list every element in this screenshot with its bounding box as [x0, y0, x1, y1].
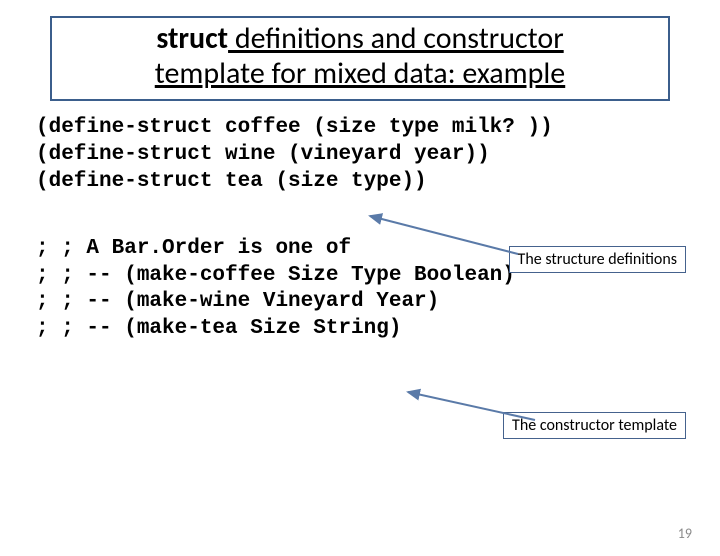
slide-title-box: struct definitions and constructor templ…	[50, 16, 670, 101]
comment-line-1: ; ; A Bar.Order is one of	[36, 237, 351, 260]
comment-line-3: ; ; -- (make-wine Vineyard Year)	[36, 290, 439, 313]
annotation-ctor-template: The constructor template	[503, 412, 686, 439]
def-line-1: (define-struct coffee (size type milk? )…	[36, 116, 553, 139]
title-rest-2: template for mixed data: example	[155, 55, 565, 92]
title-line-1: struct definitions and constructor	[72, 22, 648, 57]
code-struct-defs: (define-struct coffee (size type milk? )…	[36, 115, 720, 196]
title-struct-word: struct	[156, 20, 228, 57]
annotation-struct-defs: The structure definitions	[509, 246, 686, 273]
def-line-3: (define-struct tea (size type))	[36, 170, 427, 193]
def-line-2: (define-struct wine (vineyard year))	[36, 143, 490, 166]
comment-line-4: ; ; -- (make-tea Size String)	[36, 317, 401, 340]
page-number: 19	[678, 525, 692, 542]
title-line-2: template for mixed data: example	[72, 57, 648, 92]
comment-line-2: ; ; -- (make-coffee Size Type Boolean)	[36, 264, 515, 287]
title-rest-1: definitions and constructor	[228, 20, 564, 57]
